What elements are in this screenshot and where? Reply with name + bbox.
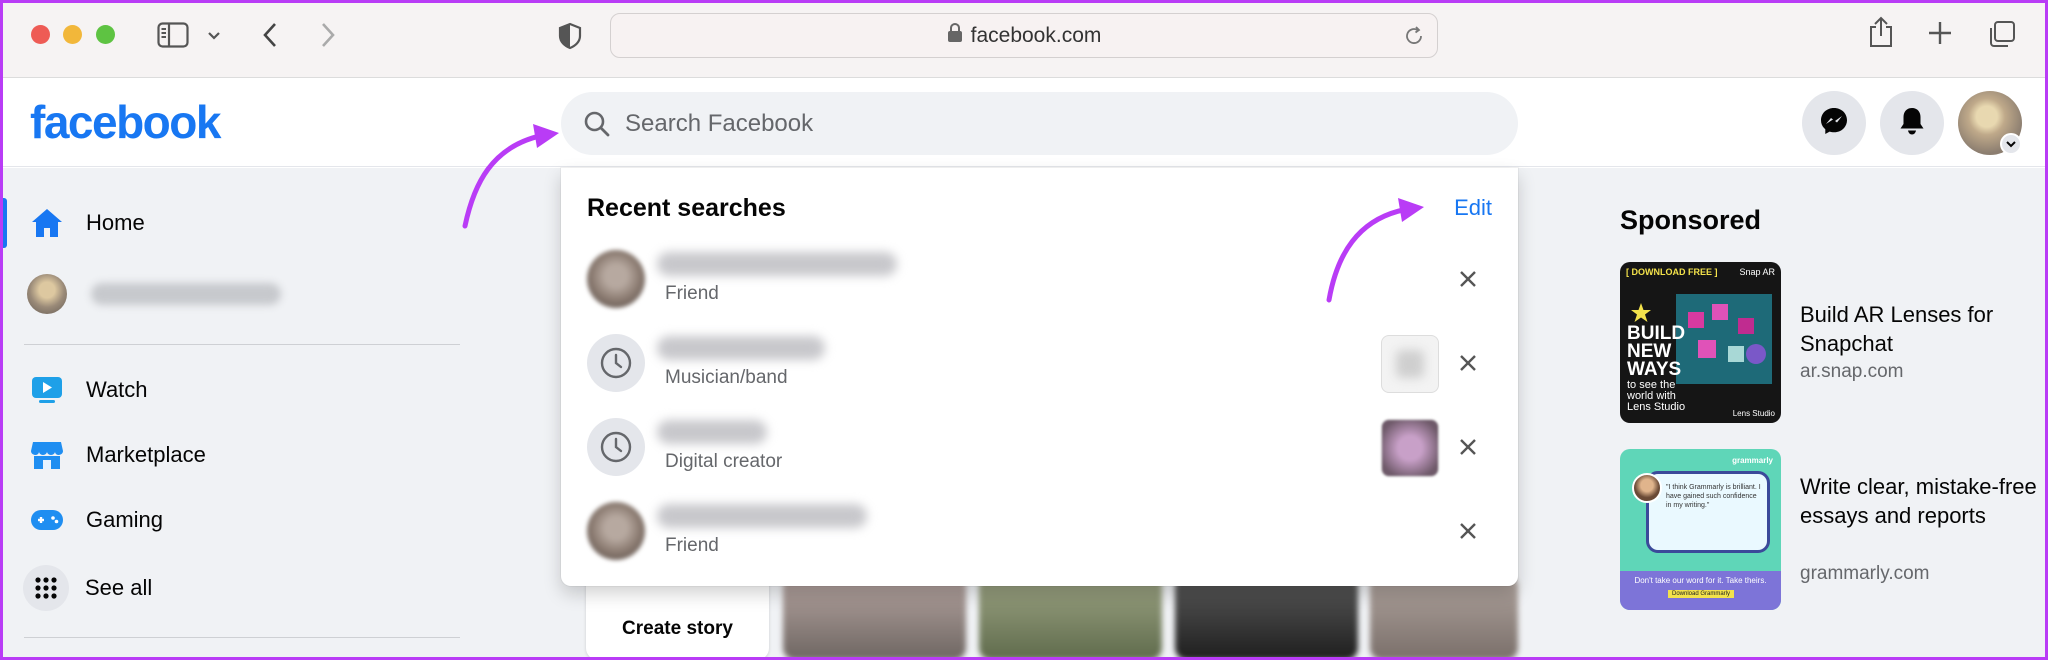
ad-image-footer: Don't take our word for it. Take theirs. xyxy=(1634,576,1767,585)
sidebar-item-label: Watch xyxy=(86,377,148,402)
forward-icon[interactable] xyxy=(320,22,336,53)
recent-search-item[interactable]: Friend xyxy=(561,490,1518,570)
recent-search-item[interactable]: Digital creator xyxy=(561,406,1518,486)
browser-toolbar: facebook.com xyxy=(0,0,2048,78)
ad-image-quote: "I think Grammarly is brilliant. I have … xyxy=(1666,484,1761,509)
blurred-name xyxy=(657,336,825,360)
blurred-name xyxy=(657,504,867,528)
ad-domain: grammarly.com xyxy=(1800,563,1930,584)
ad-person-avatar xyxy=(1632,473,1662,503)
ad-title: Build AR Lenses for Snapchat xyxy=(1800,302,1994,356)
sidebar-item-label: Marketplace xyxy=(86,442,206,467)
sidebar-item-marketplace[interactable]: Marketplace xyxy=(20,425,460,485)
search-bar[interactable] xyxy=(561,92,1518,155)
recent-search-subtitle: Friend xyxy=(665,535,719,556)
remove-icon[interactable] xyxy=(1453,348,1483,378)
url-text: facebook.com xyxy=(970,23,1102,47)
lock-icon xyxy=(947,22,963,48)
share-icon[interactable] xyxy=(1868,16,1894,53)
sidebar-item-gaming[interactable]: Gaming xyxy=(20,490,460,550)
address-bar[interactable]: facebook.com xyxy=(610,13,1438,58)
close-window-button[interactable] xyxy=(31,25,50,44)
sponsored-ad-snap[interactable]: [ DOWNLOAD FREE ] Snap AR BUILD NEW WAYS… xyxy=(1620,262,2020,424)
watch-icon xyxy=(27,370,67,410)
messenger-icon xyxy=(1819,106,1849,141)
remove-icon[interactable] xyxy=(1453,516,1483,546)
recent-search-item[interactable]: Musician/band xyxy=(561,322,1518,402)
sidebar-divider xyxy=(24,344,460,345)
edit-button[interactable]: Edit xyxy=(1454,195,1492,221)
recent-search-subtitle: Friend xyxy=(665,283,719,304)
user-avatar xyxy=(27,274,67,314)
profile-photo xyxy=(587,250,645,308)
reload-icon[interactable] xyxy=(1403,25,1425,52)
ad-image-tag: [ DOWNLOAD FREE ] xyxy=(1626,267,1718,277)
ad-title: Write clear, mistake-free essays and rep… xyxy=(1800,474,2037,528)
ad-image-brand: grammarly xyxy=(1732,456,1773,465)
facebook-header: facebook xyxy=(0,79,2048,167)
story-card[interactable] xyxy=(1370,575,1518,660)
sidebar-item-label: Gaming xyxy=(86,507,164,532)
sidebar-item-watch[interactable]: Watch xyxy=(20,360,460,420)
sponsored-heading: Sponsored xyxy=(1620,205,1762,235)
gaming-icon xyxy=(27,500,67,540)
messenger-button[interactable] xyxy=(1802,91,1866,155)
clock-icon xyxy=(587,334,645,392)
sidebar-item-label: Home xyxy=(86,210,145,235)
ad-image: [ DOWNLOAD FREE ] Snap AR BUILD NEW WAYS… xyxy=(1620,262,1781,423)
blurred-name xyxy=(657,252,897,276)
search-icon xyxy=(579,106,615,142)
marketplace-icon xyxy=(27,435,67,475)
home-icon xyxy=(27,203,67,243)
sidebar-divider xyxy=(24,637,460,638)
create-story-label: Create story xyxy=(622,618,733,639)
ad-image: grammarly "I think Grammarly is brillian… xyxy=(1620,449,1781,610)
minimize-window-button[interactable] xyxy=(63,25,82,44)
sidebar-item-profile[interactable] xyxy=(20,264,460,324)
chevron-down-icon[interactable] xyxy=(207,28,221,46)
ad-image-sub: to see the world with Lens Studio xyxy=(1627,379,1686,413)
shield-icon[interactable] xyxy=(558,22,582,55)
blurred-name xyxy=(657,420,767,444)
sidebar-item-home[interactable]: Home xyxy=(20,193,460,253)
story-card[interactable] xyxy=(1175,575,1358,660)
back-icon[interactable] xyxy=(262,22,278,53)
recent-search-subtitle: Musician/band xyxy=(665,367,788,388)
ad-image-headline: BUILD NEW WAYS xyxy=(1627,323,1686,380)
recent-searches-dropdown: Recent searches Edit Friend Musician/ban… xyxy=(561,168,1518,586)
zoom-window-button[interactable] xyxy=(96,25,115,44)
ad-domain: ar.snap.com xyxy=(1800,361,1904,382)
recent-search-subtitle: Digital creator xyxy=(665,451,783,472)
notifications-button[interactable] xyxy=(1880,91,1944,155)
search-input[interactable] xyxy=(625,109,1425,138)
remove-icon[interactable] xyxy=(1453,264,1483,294)
new-tab-icon[interactable] xyxy=(1928,21,1952,50)
story-card[interactable] xyxy=(979,575,1162,660)
grid-icon xyxy=(23,565,69,611)
sponsored-ad-grammarly[interactable]: grammarly "I think Grammarly is brillian… xyxy=(1620,449,2037,611)
blurred-user-name xyxy=(91,283,281,305)
account-menu-chevron-icon[interactable] xyxy=(2000,133,2022,155)
ad-image-footer: Lens Studio xyxy=(1732,409,1775,418)
sidebar-item-label: See all xyxy=(85,575,153,600)
ad-image-brand: Snap AR xyxy=(1739,267,1775,277)
notifications-icon xyxy=(1898,106,1926,141)
active-nav-indicator xyxy=(3,198,7,248)
sidebar-icon[interactable] xyxy=(157,22,189,53)
sidebar-item-see-all[interactable]: See all xyxy=(20,558,460,618)
tabs-overview-icon[interactable] xyxy=(1988,20,2016,53)
page-thumbnail xyxy=(1381,335,1439,393)
recent-searches-title: Recent searches xyxy=(587,194,786,222)
profile-photo xyxy=(587,502,645,560)
page-thumbnail xyxy=(1381,419,1439,477)
recent-search-item[interactable]: Friend xyxy=(561,238,1518,318)
ad-image-cta: Download Grammarly xyxy=(1668,590,1735,598)
story-card[interactable] xyxy=(783,575,966,660)
clock-icon xyxy=(587,418,645,476)
remove-icon[interactable] xyxy=(1453,432,1483,462)
facebook-logo[interactable]: facebook xyxy=(30,95,221,149)
